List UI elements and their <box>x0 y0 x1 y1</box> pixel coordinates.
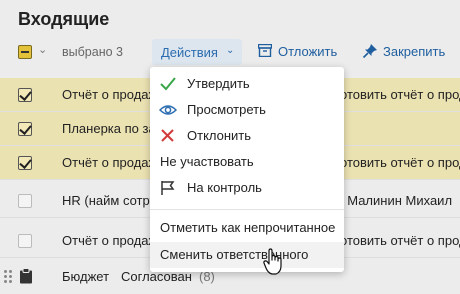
eye-icon <box>159 105 177 115</box>
hand-cursor-icon <box>263 248 282 275</box>
menu-item-approve[interactable]: Утвердить <box>150 71 344 97</box>
menu-item-decline-participation[interactable]: Не участвовать <box>150 149 344 175</box>
pin-button[interactable]: Закрепить <box>383 44 445 59</box>
menu-item-label: Утвердить <box>187 76 250 91</box>
select-chevron-down-icon[interactable]: ⌄ <box>38 43 47 56</box>
actions-dropdown-button[interactable]: Действия ⌄ <box>152 39 242 65</box>
inbox-page: Входящие ⌄ выбрано 3 Действия ⌄ Отложить… <box>0 0 460 294</box>
flag-icon <box>161 181 175 195</box>
row-subject: HR (найм сотру <box>62 193 157 208</box>
row-checkbox[interactable] <box>18 234 32 248</box>
selected-count: выбрано 3 <box>62 45 123 59</box>
row-preview: отовить отчёт о прод <box>340 233 460 248</box>
menu-item-view[interactable]: Просмотреть <box>150 97 344 123</box>
row-subject: Планерка по за <box>62 121 156 136</box>
menu-item-label: Просмотреть <box>187 102 266 117</box>
actions-label: Действия <box>161 45 218 60</box>
menu-item-reject[interactable]: Отклонить <box>150 123 344 149</box>
row-checkbox[interactable] <box>18 88 32 102</box>
row-checkbox[interactable] <box>18 194 32 208</box>
row-checkbox[interactable] <box>18 156 32 170</box>
row-preview: отовить отчёт о прод <box>340 87 460 102</box>
row-subject: Отчёт о продаж <box>62 233 158 248</box>
menu-item-change-responsible[interactable]: Сменить ответственного <box>150 242 344 268</box>
page-title: Входящие <box>18 9 110 29</box>
menu-divider <box>150 209 344 210</box>
row-subject: Отчёт о продаж <box>62 87 158 102</box>
menu-item-mark-unread[interactable]: Отметить как непрочитанное <box>150 215 344 241</box>
row-preview: ; Малинин Михаил <box>340 193 453 208</box>
drag-handle-icon[interactable] <box>4 270 12 284</box>
select-all-checkbox[interactable] <box>18 45 32 59</box>
actions-menu: Утвердить Просмотреть Отклонить Не участ… <box>150 67 344 272</box>
menu-item-label: Не участвовать <box>160 154 254 169</box>
row-subject: Отчёт о продаж <box>62 155 158 170</box>
chevron-down-icon: ⌄ <box>226 45 235 56</box>
x-icon <box>161 129 174 142</box>
menu-item-control[interactable]: На контроль <box>150 175 344 201</box>
toolbar: ⌄ выбрано 3 Действия ⌄ Отложить Закрепит… <box>0 38 460 66</box>
row-checkbox[interactable] <box>18 122 32 136</box>
menu-item-label: На контроль <box>187 180 262 195</box>
row-subject: Бюджет <box>62 269 110 284</box>
pin-icon[interactable] <box>362 43 378 59</box>
row-preview: отовить отчёт о прод <box>340 155 460 170</box>
clipboard-icon <box>20 268 32 284</box>
menu-item-label: Сменить ответственного <box>160 247 309 262</box>
check-icon <box>160 77 176 91</box>
postpone-icon[interactable] <box>258 44 272 57</box>
postpone-button[interactable]: Отложить <box>278 44 337 59</box>
menu-item-label: Отклонить <box>187 128 252 143</box>
menu-item-label: Отметить как непрочитанное <box>160 220 336 235</box>
